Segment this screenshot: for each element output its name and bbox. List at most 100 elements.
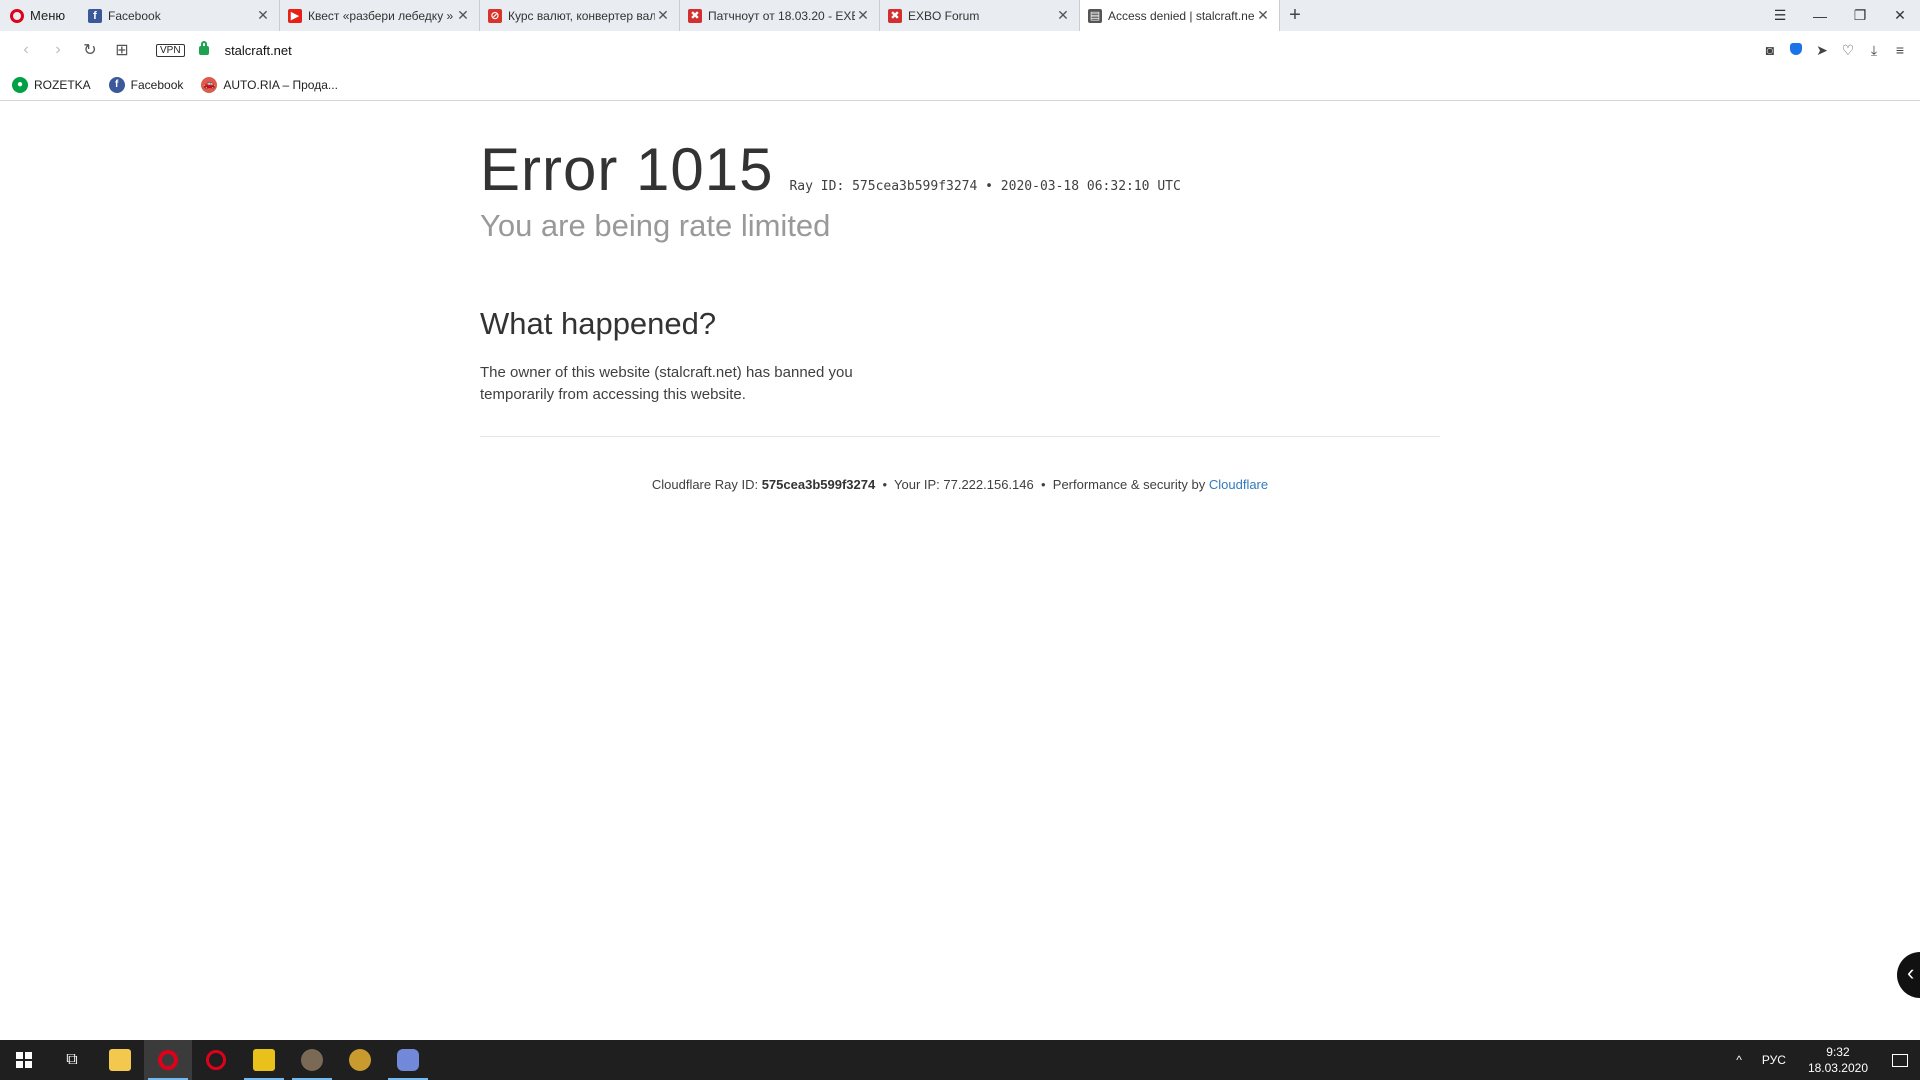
- task-view-icon: ⧉: [66, 1051, 78, 1068]
- bookmark-label: ROZETKA: [34, 77, 91, 92]
- document-icon: ▤: [1088, 8, 1102, 23]
- adblock-shield-icon[interactable]: [1788, 42, 1804, 58]
- easy-setup-icon[interactable]: ≡: [1892, 42, 1908, 58]
- bookmark-item[interactable]: 🚗 AUTO.RIA – Прода...: [201, 76, 338, 93]
- sidebar-toggle-button[interactable]: [1897, 952, 1920, 998]
- facebook-icon: f: [108, 76, 125, 93]
- footer-ray-id: 575cea3b599f3274: [761, 477, 876, 492]
- heart-icon[interactable]: ♡: [1840, 42, 1856, 59]
- send-icon[interactable]: ➤: [1814, 42, 1830, 59]
- error-title: Error 1015: [480, 136, 774, 203]
- address-bar-tools: ◙ ➤ ♡ ⤓ ≡: [1762, 42, 1920, 59]
- no-sign-icon: ⊘: [488, 8, 502, 23]
- youtube-icon: ▶: [288, 8, 302, 23]
- tab-close-icon[interactable]: ✕: [1255, 7, 1271, 24]
- exbo-icon: ✖: [688, 8, 702, 23]
- exbo-icon: ✖: [888, 8, 902, 23]
- cloudflare-footer: Cloudflare Ray ID: 575cea3b599f3274 • Yo…: [480, 477, 1440, 492]
- start-button[interactable]: [0, 1040, 48, 1080]
- vpn-badge[interactable]: VPN: [156, 43, 185, 57]
- tray-overflow-icon[interactable]: ^: [1726, 1053, 1752, 1067]
- facebook-icon: f: [88, 8, 102, 23]
- taskbar-discord[interactable]: [384, 1040, 432, 1080]
- tab-menu-icon[interactable]: ☰: [1760, 0, 1800, 31]
- menu-label: Меню: [30, 8, 66, 23]
- footer-divider: [480, 436, 1440, 437]
- taskbar-stalker[interactable]: [336, 1040, 384, 1080]
- bookmark-label: Facebook: [130, 77, 184, 92]
- clock-time: 9:32: [1826, 1045, 1850, 1059]
- tab-close-icon[interactable]: ✕: [655, 7, 671, 24]
- app-icon: [253, 1049, 275, 1071]
- language-indicator[interactable]: РУС: [1752, 1053, 1796, 1067]
- close-window-button[interactable]: ✕: [1880, 0, 1920, 31]
- download-icon[interactable]: ⤓: [1866, 42, 1882, 59]
- taskbar-opera-gx[interactable]: [192, 1040, 240, 1080]
- forward-button[interactable]: ›: [42, 41, 74, 59]
- tab-close-icon[interactable]: ✕: [455, 7, 471, 24]
- footer-performance-text: Performance & security by: [1052, 477, 1206, 492]
- bookmark-item[interactable]: f Facebook: [108, 76, 184, 93]
- tab-title: EXBO Forum: [908, 8, 980, 23]
- cloudflare-link[interactable]: Cloudflare: [1209, 477, 1268, 492]
- radiation-icon: [349, 1049, 371, 1071]
- tab-title: Access denied | stalcraft.ne: [1108, 8, 1255, 23]
- browser-tab[interactable]: ✖ EXBO Forum ✕: [880, 0, 1080, 31]
- secure-lock-icon[interactable]: [198, 40, 209, 55]
- address-bar: ‹ › ↻ ⊞ VPN stalcraft.net ◙ ➤ ♡ ⤓ ≡: [0, 31, 1920, 69]
- browser-tab[interactable]: ⊘ Курс валют, конвертер вал ✕: [480, 0, 680, 31]
- game-emblem-icon: [301, 1049, 323, 1071]
- rozetka-icon: ●: [12, 76, 28, 93]
- taskbar-file-explorer[interactable]: [96, 1040, 144, 1080]
- tab-bar: Меню f Facebook ✕ ▶ Квест «разбери лебедку »…: [0, 0, 1920, 31]
- notification-center-button[interactable]: [1880, 1040, 1920, 1080]
- restore-button[interactable]: ❐: [1840, 0, 1880, 31]
- tab-close-icon[interactable]: ✕: [1055, 7, 1071, 24]
- windows-taskbar: ⧉ ^ РУС 9:32 18.03.2020: [0, 1040, 1920, 1080]
- system-tray: ^ РУС 9:32 18.03.2020: [1726, 1040, 1920, 1080]
- what-happened-heading: What happened?: [480, 306, 717, 341]
- clock-date: 18.03.2020: [1807, 1061, 1868, 1075]
- footer-ip: Your IP: 77.222.156.146: [894, 477, 1034, 492]
- opera-menu-button[interactable]: Меню: [0, 0, 80, 31]
- camera-icon[interactable]: ◙: [1762, 42, 1778, 58]
- footer-separator: •: [1040, 477, 1046, 492]
- opera-icon: [158, 1050, 178, 1070]
- window-controls: ☰ — ❐ ✕: [1760, 0, 1920, 31]
- car-icon: 🚗: [201, 76, 218, 93]
- minimize-button[interactable]: —: [1800, 0, 1840, 31]
- tab-close-icon[interactable]: ✕: [255, 7, 271, 24]
- browser-tab[interactable]: ▤ Access denied | stalcraft.ne ✕: [1080, 0, 1280, 31]
- tab-title: Facebook: [108, 8, 161, 23]
- discord-icon: [397, 1049, 419, 1071]
- tab-close-icon[interactable]: ✕: [855, 7, 871, 24]
- opera-logo-icon: [10, 8, 24, 23]
- tab-strip: f Facebook ✕ ▶ Квест «разбери лебедку » ✕ ⊘ Кур…: [80, 0, 1280, 31]
- footer-separator: •: [882, 477, 887, 492]
- browser-tab[interactable]: ✖ Патчноут от 18.03.20 - EXB ✕: [680, 0, 880, 31]
- bookmark-item[interactable]: ● ROZETKA: [12, 76, 91, 93]
- footer-ray-label: Cloudflare Ray ID:: [651, 477, 759, 492]
- folder-icon: [109, 1049, 131, 1071]
- cloudflare-error-page: Error 1015 Ray ID: 575cea3b599f3274 • 20…: [480, 101, 1440, 492]
- taskbar-app-yellow[interactable]: [240, 1040, 288, 1080]
- back-button[interactable]: ‹: [10, 41, 42, 59]
- notification-icon: [1892, 1053, 1908, 1067]
- windows-logo-icon: [16, 1052, 32, 1068]
- error-description: The owner of this website (stalcraft.net…: [480, 364, 853, 403]
- browser-tab[interactable]: ▶ Квест «разбери лебедку » ✕: [280, 0, 480, 31]
- ray-id-line: Ray ID: 575cea3b599f3274 • 2020-03-18 06…: [789, 179, 1181, 194]
- taskbar-opera[interactable]: [144, 1040, 192, 1080]
- task-view-button[interactable]: ⧉: [48, 1040, 96, 1080]
- bookmarks-bar: ● ROZETKA f Facebook 🚗 AUTO.RIA – Прода...: [0, 69, 1920, 101]
- speed-dial-icon[interactable]: ⊞: [106, 40, 138, 60]
- error-subtitle: You are being rate limited: [480, 208, 831, 243]
- reload-button[interactable]: ↻: [74, 40, 106, 60]
- tab-title: Патчноут от 18.03.20 - EXB: [708, 8, 855, 23]
- url-field[interactable]: stalcraft.net: [225, 43, 292, 58]
- tab-title: Квест «разбери лебедку »: [308, 8, 454, 23]
- browser-tab[interactable]: f Facebook ✕: [80, 0, 280, 31]
- taskbar-game-launcher[interactable]: [288, 1040, 336, 1080]
- clock[interactable]: 9:32 18.03.2020: [1796, 1044, 1880, 1076]
- new-tab-button[interactable]: +: [1280, 0, 1310, 31]
